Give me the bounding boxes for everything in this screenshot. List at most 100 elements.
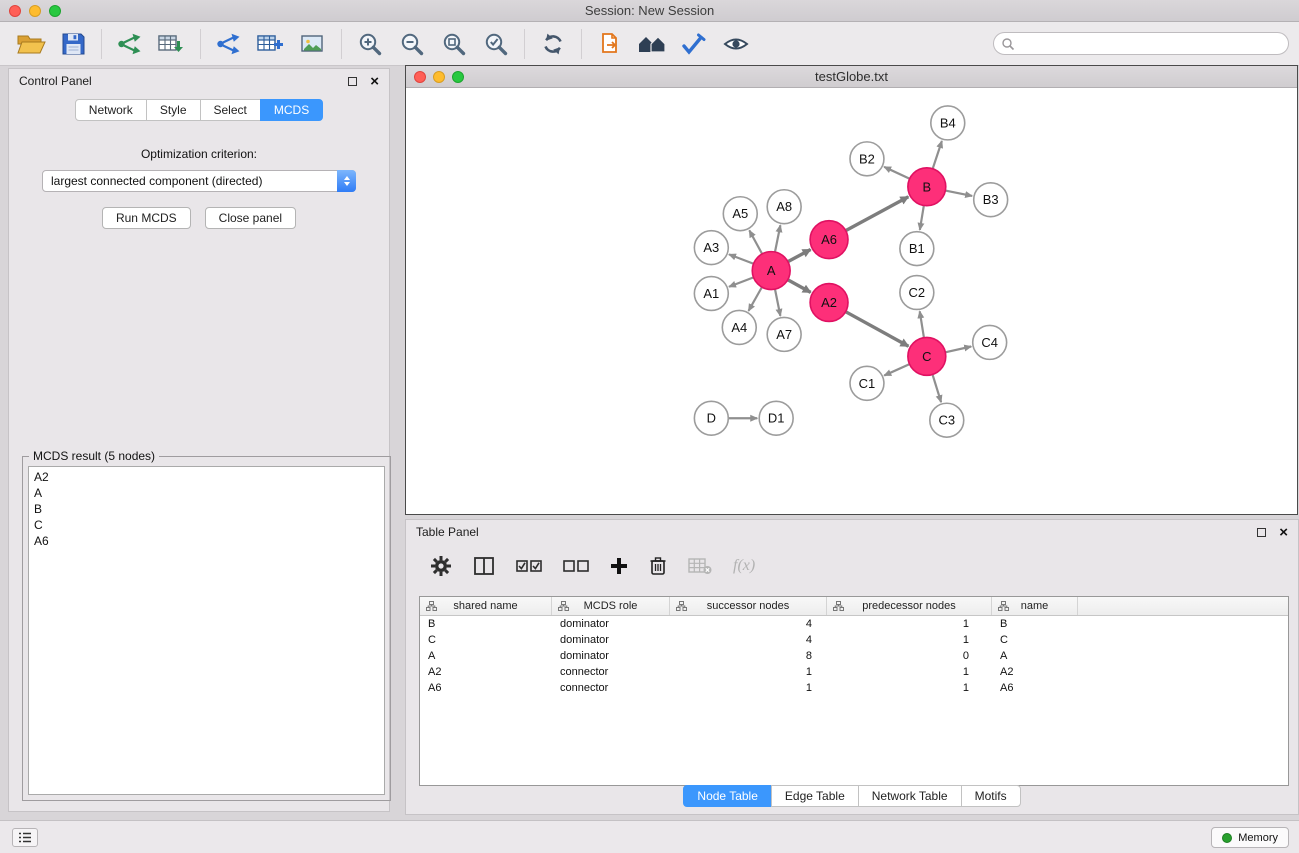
node-A8[interactable]: A8 [767, 190, 801, 224]
column-header-predecessor-nodes[interactable]: predecessor nodes [827, 597, 992, 615]
column-header-name[interactable]: name [992, 597, 1078, 615]
node-A6[interactable]: A6 [810, 221, 848, 259]
edge-A-A2[interactable] [788, 280, 811, 293]
tab-node-table[interactable]: Node Table [683, 785, 772, 807]
refresh-view-icon[interactable] [540, 31, 566, 57]
edge-B-B1[interactable] [920, 206, 924, 230]
function-builder-icon[interactable]: f(x) [733, 557, 755, 575]
network-zoom-button[interactable] [452, 71, 464, 83]
edge-A-A4[interactable] [749, 287, 762, 311]
import-table-icon[interactable] [157, 32, 187, 56]
save-session-icon[interactable] [61, 32, 86, 56]
close-panel-icon[interactable]: × [370, 74, 379, 89]
table-row[interactable]: Bdominator41B [420, 616, 1288, 632]
node-B4[interactable]: B4 [931, 106, 965, 140]
search-input[interactable] [1015, 33, 1288, 54]
tab-style[interactable]: Style [146, 99, 201, 121]
node-C2[interactable]: C2 [900, 276, 934, 310]
tab-network-table[interactable]: Network Table [858, 785, 962, 807]
optimization-criterion-select[interactable]: largest connected component (directed) [42, 170, 356, 192]
import-network-icon[interactable] [116, 32, 144, 56]
zoom-fit-icon[interactable] [441, 31, 467, 57]
open-session-icon[interactable] [16, 32, 46, 56]
network-canvas[interactable]: B4B2BB3A8A5A6A3B1AC2A1A2A4A7C4CC1DD1C3 [406, 88, 1297, 514]
task-history-button[interactable] [12, 828, 38, 847]
show-columns-icon[interactable] [473, 556, 495, 576]
node-B[interactable]: B [908, 168, 946, 206]
result-item[interactable]: B [34, 501, 379, 517]
result-item[interactable]: A6 [34, 533, 379, 549]
table-row[interactable]: A6connector11A6 [420, 680, 1288, 696]
column-header-mcds-role[interactable]: MCDS role [552, 597, 670, 615]
zoom-out-icon[interactable] [399, 31, 425, 57]
first-neighbors-icon[interactable] [637, 32, 667, 56]
edge-A-A5[interactable] [749, 230, 762, 254]
node-A7[interactable]: A7 [767, 317, 801, 351]
table-settings-gear-icon[interactable] [430, 555, 452, 577]
edge-A6-B[interactable] [846, 197, 909, 231]
apply-layout-icon[interactable] [681, 32, 707, 56]
delete-table-icon[interactable] [688, 557, 712, 575]
edge-A2-C[interactable] [846, 312, 909, 347]
edge-A-A3[interactable] [729, 254, 754, 263]
column-header-successor-nodes[interactable]: successor nodes [670, 597, 827, 615]
run-mcds-button[interactable]: Run MCDS [102, 207, 191, 229]
edge-B-B4[interactable] [933, 141, 942, 169]
node-A5[interactable]: A5 [723, 197, 757, 231]
float-table-panel-icon[interactable] [1257, 528, 1266, 537]
zoom-window-button[interactable] [49, 5, 61, 17]
column-header-shared-name[interactable]: shared name [420, 597, 552, 615]
zoom-in-icon[interactable] [357, 31, 383, 57]
node-D1[interactable]: D1 [759, 401, 793, 435]
node-C4[interactable]: C4 [973, 325, 1007, 359]
node-B3[interactable]: B3 [974, 183, 1008, 217]
close-panel-button[interactable]: Close panel [205, 207, 296, 229]
tab-mcds[interactable]: MCDS [260, 99, 323, 121]
node-A2[interactable]: A2 [810, 284, 848, 322]
edge-A-A6[interactable] [788, 250, 811, 262]
node-D[interactable]: D [694, 401, 728, 435]
tab-motifs[interactable]: Motifs [961, 785, 1021, 807]
node-A[interactable]: A [752, 252, 790, 290]
zoom-selected-icon[interactable] [483, 31, 509, 57]
minimize-button[interactable] [29, 5, 41, 17]
edge-C-C3[interactable] [933, 374, 942, 402]
network-window-titlebar[interactable]: testGlobe.txt [406, 66, 1297, 88]
tab-network[interactable]: Network [75, 99, 147, 121]
export-image-icon[interactable] [299, 32, 327, 56]
edge-C-C4[interactable] [945, 346, 971, 352]
unselect-all-columns-icon[interactable] [563, 558, 589, 574]
node-C3[interactable]: C3 [930, 403, 964, 437]
edge-C-C2[interactable] [920, 311, 924, 337]
node-B1[interactable]: B1 [900, 232, 934, 266]
tab-edge-table[interactable]: Edge Table [771, 785, 859, 807]
result-item[interactable]: A2 [34, 469, 379, 485]
table-row[interactable]: A2connector11A2 [420, 664, 1288, 680]
new-table-icon[interactable] [256, 32, 286, 56]
node-A1[interactable]: A1 [694, 277, 728, 311]
tab-select[interactable]: Select [200, 99, 261, 121]
edge-A-A8[interactable] [775, 225, 780, 252]
new-network-icon[interactable] [215, 32, 243, 56]
edge-B-B3[interactable] [945, 191, 972, 196]
clone-network-icon[interactable] [598, 32, 622, 56]
delete-column-trash-icon[interactable] [649, 556, 667, 576]
result-item[interactable]: A [34, 485, 379, 501]
node-C[interactable]: C [908, 337, 946, 375]
close-button[interactable] [9, 5, 21, 17]
memory-button[interactable]: Memory [1211, 827, 1289, 848]
network-minimize-button[interactable] [433, 71, 445, 83]
table-row[interactable]: Adominator80A [420, 648, 1288, 664]
show-graphics-details-icon[interactable] [722, 32, 750, 56]
node-C1[interactable]: C1 [850, 366, 884, 400]
network-graph[interactable]: B4B2BB3A8A5A6A3B1AC2A1A2A4A7C4CC1DD1C3 [406, 88, 1297, 514]
select-all-columns-icon[interactable] [516, 558, 542, 574]
float-panel-icon[interactable] [348, 77, 357, 86]
result-item[interactable]: C [34, 517, 379, 533]
close-table-panel-icon[interactable]: × [1279, 525, 1288, 540]
node-A3[interactable]: A3 [694, 231, 728, 265]
table-row[interactable]: Cdominator41C [420, 632, 1288, 648]
edge-A-A1[interactable] [729, 277, 754, 286]
create-column-plus-icon[interactable] [610, 557, 628, 575]
network-close-button[interactable] [414, 71, 426, 83]
